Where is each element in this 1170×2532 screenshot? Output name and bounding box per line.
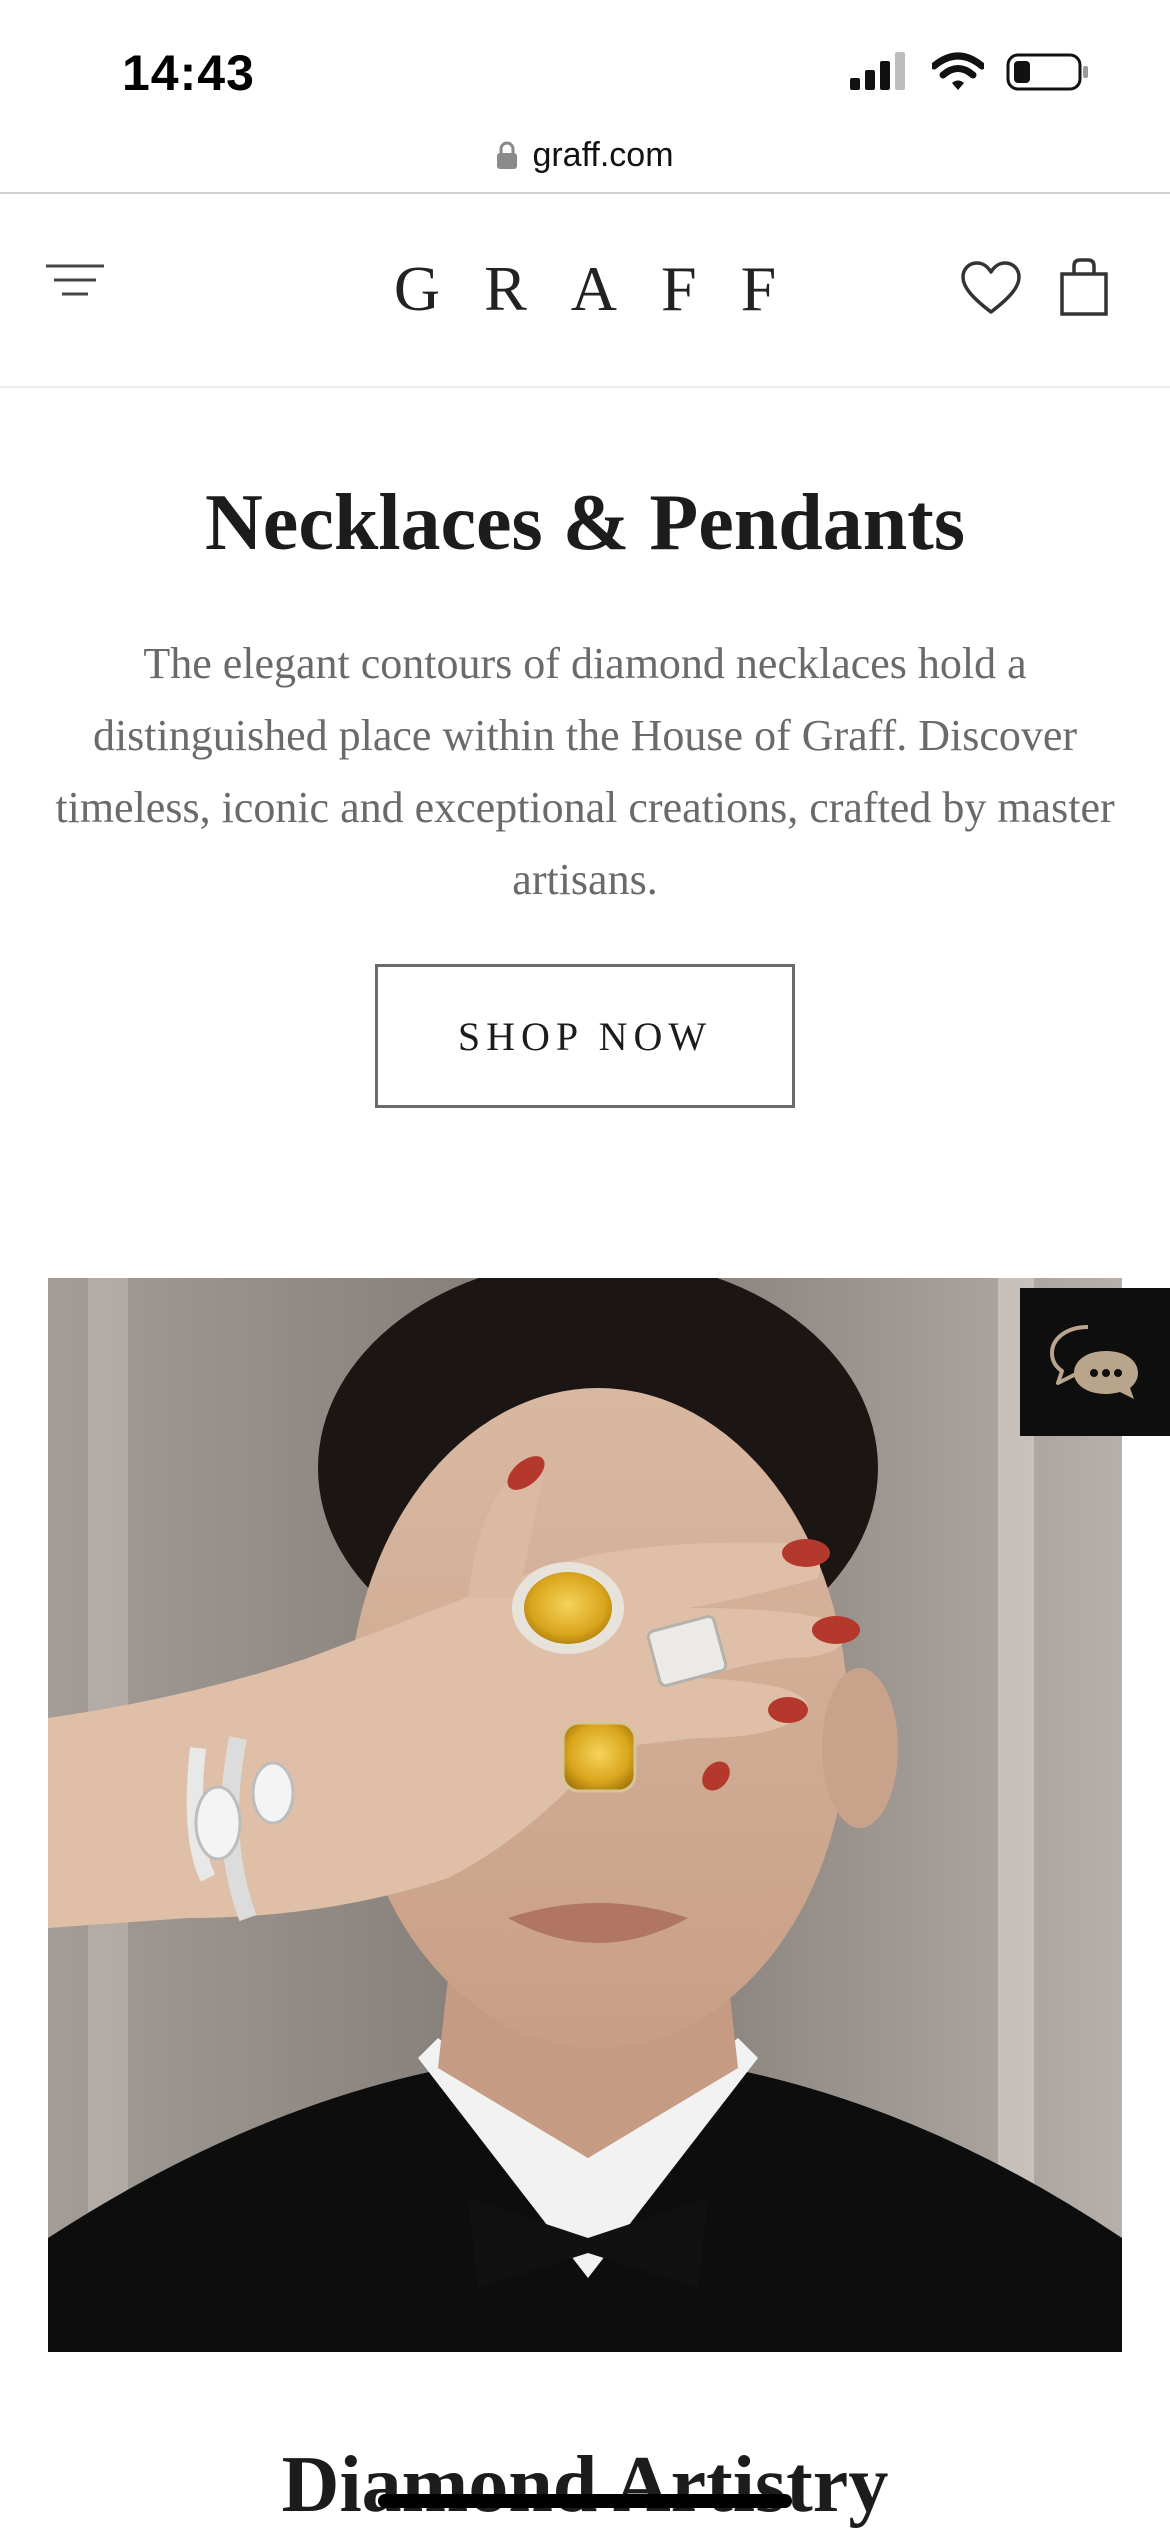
address-bar[interactable]: graff.com	[0, 118, 1170, 192]
chat-widget-button[interactable]	[1020, 1288, 1170, 1436]
hero-illustration	[48, 1278, 1122, 2352]
url-text: graff.com	[532, 135, 674, 174]
scroll-indicator-bar	[378, 2494, 792, 2508]
heart-icon	[961, 261, 1021, 314]
status-icons	[850, 52, 1090, 92]
section-title: Diamond Artistry	[281, 2441, 889, 2529]
lock-icon	[497, 141, 518, 169]
site-header: GRAFF	[0, 194, 1170, 388]
intro-description: The elegant contours of diamond necklace…	[55, 639, 1115, 904]
hero-image[interactable]	[48, 1278, 1122, 2352]
wishlist-button[interactable]	[960, 260, 1022, 318]
header-divider	[0, 386, 1170, 388]
status-time: 14:43	[122, 45, 255, 101]
page-title: Necklaces & Pendants	[205, 479, 965, 567]
shop-now-button[interactable]: SHOP NOW	[375, 964, 795, 1108]
bag-button[interactable]	[1058, 256, 1110, 318]
status-bar: 14:43	[0, 0, 1170, 130]
battery-icon	[1006, 53, 1088, 91]
shopping-bag-icon	[1060, 258, 1108, 316]
chat-bubbles-icon	[1050, 1325, 1138, 1399]
wifi-icon	[932, 52, 984, 90]
cellular-signal-icon	[850, 52, 905, 90]
